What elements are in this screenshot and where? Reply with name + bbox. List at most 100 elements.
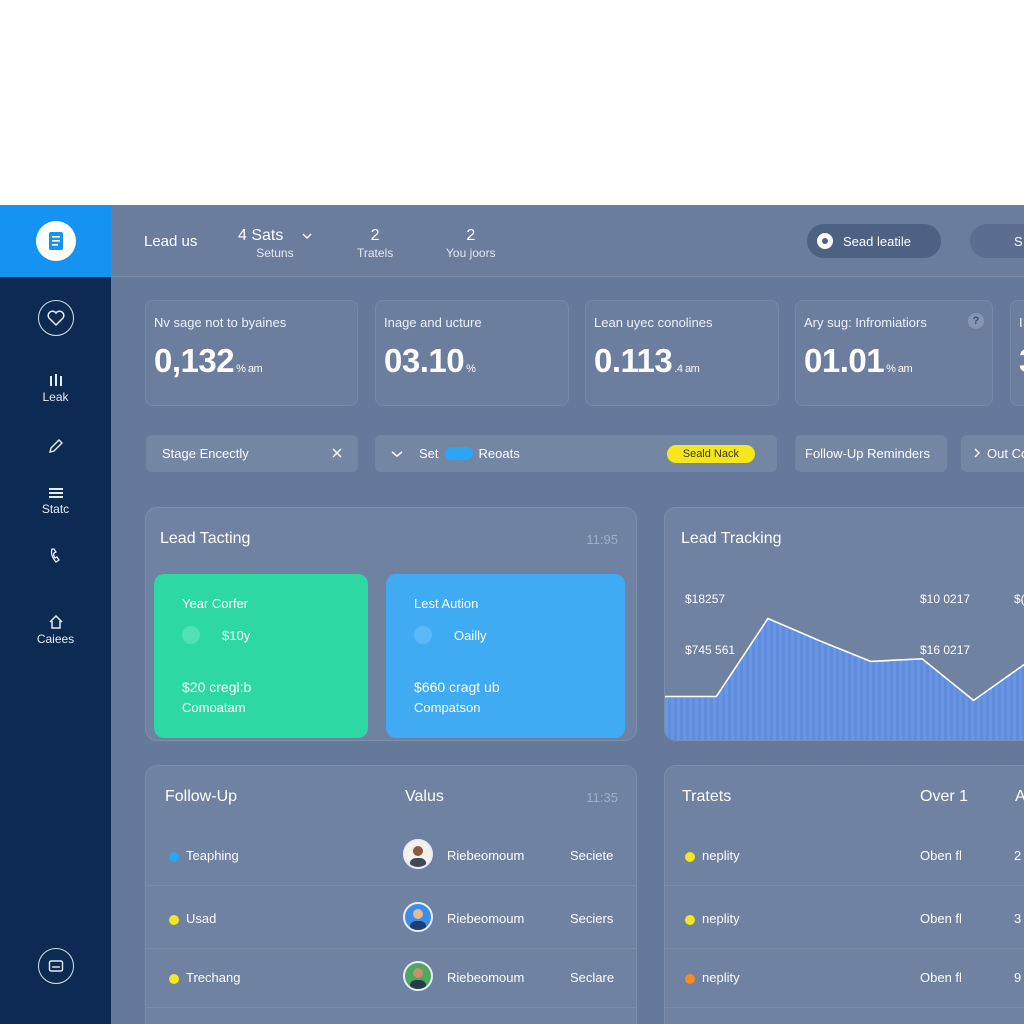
lead-tracking-panel: Lead Tracking $18257 $10 0217 $( $745 56…	[664, 507, 1024, 741]
row-name: neplity	[702, 911, 740, 926]
sead-leatile-button[interactable]: Sead leatile	[807, 224, 941, 258]
kpi-card: Inage and ucture 03.10%	[375, 300, 569, 406]
panel-time: 11:95	[586, 532, 618, 547]
stat-youjoors[interactable]: 2 You joors	[446, 227, 496, 260]
row-value: Oben fl	[920, 848, 962, 863]
stat-sub: Tratels	[357, 246, 394, 260]
column-header-valus: Valus	[405, 788, 444, 805]
panel-title: Lead Tracking	[681, 530, 782, 547]
sidebar-item-caiees[interactable]: Caiees	[0, 615, 111, 646]
sidebar-item-inbox[interactable]	[0, 948, 111, 984]
card-title: Year Corfer	[182, 596, 248, 611]
avatar	[403, 839, 433, 869]
row-status: Seciete	[570, 848, 614, 863]
panel-time: 11:35	[586, 790, 618, 805]
filter-label: Stage Encectly	[162, 446, 249, 461]
kpi-card: I 3	[1010, 300, 1024, 406]
row-extra: 3	[1014, 911, 1022, 926]
status-dot	[169, 852, 179, 862]
table-row[interactable]: neplity Oben fl 9	[665, 948, 1024, 1008]
table-row[interactable]: Trechang Riebeomoum Seclare	[146, 948, 636, 1008]
kpi-card: Lean uyec conolines 0.113.4 am	[585, 300, 779, 406]
set-reoats-filter[interactable]: Set Reoats Seald Nack	[375, 435, 777, 472]
out-filter-button[interactable]: Out Co	[961, 435, 1024, 472]
sidebar-item-label: Statc	[41, 502, 70, 516]
chevron-down-icon	[302, 233, 312, 240]
row-name: neplity	[702, 848, 740, 863]
card-caption: Compatson	[414, 700, 481, 715]
row-name: neplity	[702, 970, 740, 985]
table-row[interactable]: neplity Oben fl 3	[665, 889, 1024, 949]
top-bar: Lead us 4 Sats Setuns 2 Tratels 2 You jo…	[111, 205, 1024, 277]
row-name: Trechang	[186, 970, 241, 985]
row-status: Seciers	[570, 911, 614, 926]
kpi-unit: .4 am	[674, 363, 700, 375]
home-icon	[48, 615, 63, 629]
toggle-switch[interactable]	[444, 447, 473, 460]
card-title: Lest Aution	[414, 596, 479, 611]
kpi-unit: % am	[886, 363, 913, 375]
kpi-value: 3	[1019, 342, 1024, 379]
kpi-title: Nv sage not to byaines	[154, 315, 287, 330]
metric-card-blue[interactable]: Lest Aution Oailly $660 cragt ub Compats…	[386, 574, 625, 738]
close-icon[interactable]	[332, 446, 342, 461]
avatar	[403, 902, 433, 932]
sidebar-item-statc[interactable]: Statc	[0, 487, 111, 516]
document-icon	[35, 221, 76, 261]
table-row[interactable]: Usad Riebeomoum Seciers	[146, 889, 636, 949]
stat-tratels[interactable]: 2 Tratels	[357, 227, 393, 260]
row-name: Usad	[186, 911, 217, 926]
inbox-icon	[37, 948, 74, 984]
stat-sats[interactable]: 4 Sats Setuns	[238, 227, 312, 260]
columns-icon	[49, 374, 62, 386]
sidebar-item-call[interactable]	[0, 547, 111, 565]
kpi-title: Lean uyec conolines	[594, 315, 713, 330]
page-title: Lead us	[144, 233, 198, 250]
chart-area	[665, 618, 1024, 740]
stat-sub: You joors	[446, 246, 496, 260]
column-header-tratets: Tratets	[682, 788, 732, 805]
kpi-title: Inage and ucture	[384, 315, 482, 330]
sidebar-item-favorites[interactable]	[0, 300, 111, 336]
kpi-card: Ary sug: Infromiatiors 01.01% am ?	[795, 300, 993, 406]
sidebar: Leak Statc Caiees	[0, 205, 111, 1024]
stage-filter-chip[interactable]: Stage Encectly	[146, 435, 358, 472]
kpi-card: Nv sage not to byaines 0,132% am	[145, 300, 358, 406]
stat-number: 4 Sats	[238, 227, 284, 244]
row-person: Riebeomoum	[447, 911, 525, 926]
sidebar-item-edit[interactable]	[0, 437, 111, 455]
filter-label: Reoats	[478, 446, 520, 461]
card-caption: Comoatam	[182, 700, 246, 715]
sidebar-item-leak[interactable]: Leak	[0, 373, 111, 404]
secondary-button[interactable]: S	[970, 224, 1024, 258]
logo[interactable]	[0, 205, 111, 277]
settings-icon	[817, 233, 833, 249]
followup-panel: Follow-Up Valus 11:35 Teaphing Riebeomou…	[145, 765, 637, 1024]
card-amount: $660 cragt ub	[414, 679, 500, 695]
table-row[interactable]: Teaphing Riebeomoum Seciete	[146, 826, 636, 886]
chevron-down-icon[interactable]	[391, 446, 419, 461]
table-row[interactable]: neplity Oben fl 2	[665, 826, 1024, 886]
pencil-icon	[48, 439, 63, 453]
circle-icon	[414, 626, 432, 644]
sidebar-item-label: Caiees	[36, 632, 75, 646]
column-header-over: Over 1	[920, 788, 969, 805]
row-person: Riebeomoum	[447, 970, 525, 985]
row-person: Riebeomoum	[447, 848, 525, 863]
row-value: Oben fl	[920, 911, 962, 926]
filter-label: Set	[419, 446, 439, 461]
circle-icon	[182, 626, 200, 644]
lead-tacting-panel: Lead Tacting 11:95 Year Corfer $10y $20 …	[145, 507, 637, 741]
button-label: Sead leatile	[843, 233, 911, 249]
row-status: Seclare	[570, 970, 615, 985]
help-icon[interactable]: ?	[968, 313, 984, 329]
kpi-title: Ary sug: Infromiatiors	[804, 315, 927, 330]
kpi-value: 0.113	[594, 342, 673, 379]
row-name: Teaphing	[186, 848, 239, 863]
kpi-unit: % am	[236, 363, 263, 375]
metric-card-green[interactable]: Year Corfer $10y $20 cregl:b Comoatam	[154, 574, 368, 738]
panel-title: Lead Tacting	[160, 530, 251, 547]
highlight-badge[interactable]: Seald Nack	[666, 445, 755, 463]
column-header-followup: Follow-Up	[165, 788, 238, 805]
followup-reminders-button[interactable]: Follow-Up Reminders	[795, 435, 947, 472]
